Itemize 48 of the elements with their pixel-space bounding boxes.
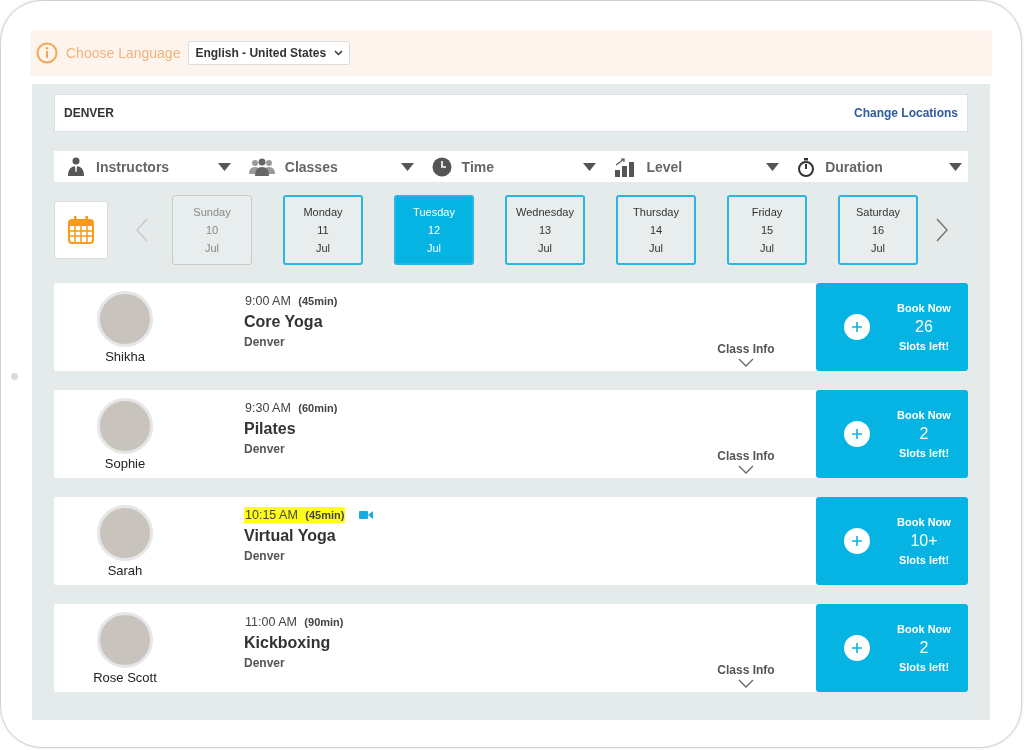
chevron-down-icon[interactable]: [738, 358, 754, 367]
filter-dropdown[interactable]: Classes: [284, 158, 391, 175]
instructor-name: Shikha: [105, 348, 145, 364]
instructor-name: Sophie: [104, 455, 146, 471]
instructor-name: Sarah: [107, 562, 143, 578]
day-tab[interactable]: Thursday 14 Jul: [616, 195, 696, 265]
location-name: DENVER: [64, 106, 114, 120]
class-time: 11:00 AM (90min): [244, 614, 345, 630]
bar-chart-icon: [614, 156, 637, 177]
class-time: 9:00 AM (45min): [244, 293, 339, 309]
class-name: Virtual Yoga: [244, 527, 337, 545]
day-tab[interactable]: Monday 11 Jul: [283, 195, 363, 265]
stopwatch-icon: [797, 156, 816, 177]
class-location: Denver: [244, 335, 286, 349]
group-icon: [248, 157, 275, 176]
day-tab[interactable]: Friday 15 Jul: [727, 195, 807, 265]
chevron-down-icon[interactable]: [334, 50, 344, 56]
class-time: 9:30 AM (60min): [244, 400, 339, 416]
class-location: Denver: [244, 442, 286, 456]
class-location: Denver: [244, 656, 286, 670]
day-tab[interactable]: Saturday 16 Jul: [838, 195, 918, 265]
dropdown-caret-icon[interactable]: [400, 162, 414, 171]
filter-dropdown[interactable]: Time: [461, 158, 574, 175]
class-time: 10:15 AM (45min): [244, 507, 346, 523]
class-name: Kickboxing: [244, 634, 332, 652]
clock-icon: [431, 156, 452, 177]
class-name: Pilates: [244, 420, 297, 438]
instructor-name: Rose Scott: [93, 669, 157, 685]
language-select[interactable]: English - United States: [188, 41, 351, 65]
change-locations-link[interactable]: Change Locations: [854, 106, 958, 120]
class-location: Denver: [244, 549, 286, 563]
chevron-down-icon[interactable]: [738, 679, 754, 688]
person-icon: [66, 156, 86, 177]
dropdown-caret-icon[interactable]: [949, 162, 962, 171]
chevron-down-icon[interactable]: [738, 465, 754, 474]
class-name: Core Yoga: [244, 313, 324, 331]
filter-dropdown[interactable]: Instructors: [96, 158, 208, 175]
filter-dropdown[interactable]: Duration: [825, 158, 939, 175]
dropdown-caret-icon[interactable]: [217, 162, 231, 171]
class-info-toggle[interactable]: Class Info: [717, 449, 775, 463]
language-label: Choose Language: [66, 45, 181, 61]
dropdown-caret-icon[interactable]: [766, 162, 780, 171]
filter-dropdown[interactable]: Level: [646, 158, 757, 175]
class-info-toggle[interactable]: Class Info: [717, 342, 775, 356]
day-tab[interactable]: Wednesday 13 Jul: [505, 195, 585, 265]
info-icon: [36, 42, 58, 64]
class-info-toggle[interactable]: Class Info: [717, 663, 775, 677]
dropdown-caret-icon[interactable]: [583, 162, 597, 171]
